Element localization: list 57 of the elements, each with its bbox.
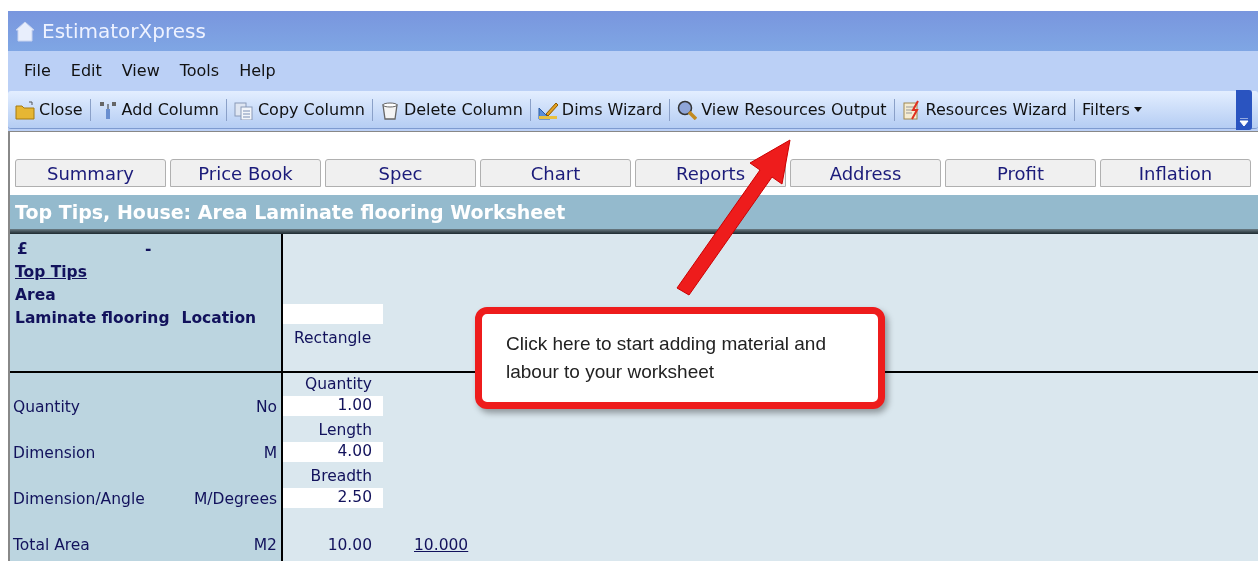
tab[interactable]: Summary xyxy=(15,159,166,187)
tab[interactable]: Inflation xyxy=(1100,159,1251,187)
unit-label: M2 xyxy=(253,534,277,556)
category-label: Area xyxy=(15,285,56,306)
copy-icon xyxy=(233,99,254,120)
total-link[interactable]: 10.000 xyxy=(414,533,469,558)
row-label: Quantity xyxy=(13,396,80,418)
location-field[interactable] xyxy=(283,304,383,324)
unit-label: No xyxy=(255,396,277,418)
column-icon xyxy=(97,99,118,120)
toolbar-button[interactable]: Delete Column xyxy=(376,94,526,125)
tab[interactable]: Price Book xyxy=(170,159,321,187)
location-label: Location xyxy=(181,308,257,329)
window-title: EstimatorXpress xyxy=(42,18,206,45)
toolbar-button[interactable]: Copy Column xyxy=(230,94,368,125)
worksheet-title: Top Tips, House: Area Laminate flooring Worksheet xyxy=(10,195,1258,229)
bucket-icon xyxy=(379,99,400,120)
shape-label: Rectangle xyxy=(294,328,372,349)
callout-text: Click here to start adding material and labour to your worksheet xyxy=(506,332,827,384)
toolbar-button[interactable]: Dims Wizard xyxy=(534,94,666,125)
wizard-icon xyxy=(901,99,922,120)
row-label: Total Area xyxy=(13,534,90,556)
project-link[interactable]: Top Tips xyxy=(15,261,87,284)
field-label: Quantity xyxy=(305,373,372,395)
toolbar-button[interactable]: Add Column xyxy=(94,94,222,125)
overflow-button[interactable] xyxy=(1236,89,1252,130)
menu-item[interactable]: Tools xyxy=(171,59,228,83)
menu-item[interactable]: Edit xyxy=(62,59,110,83)
unit-label: M xyxy=(263,442,277,464)
value-field[interactable]: 4.00 xyxy=(283,442,383,462)
value-field[interactable]: 2.50 xyxy=(283,488,383,508)
chevron-icon xyxy=(1239,117,1249,126)
item-label: Laminate flooring xyxy=(15,308,170,329)
toolbar-button[interactable]: Close xyxy=(12,94,86,125)
house-icon xyxy=(14,19,36,43)
menu-item[interactable]: View xyxy=(113,59,168,83)
tab[interactable]: Spec xyxy=(325,159,476,187)
toolbar-button[interactable]: Resources Wizard xyxy=(898,94,1070,125)
currency-label: £ xyxy=(16,239,29,260)
unit-label: M/Degrees xyxy=(193,488,277,510)
tab[interactable]: Chart xyxy=(480,159,631,187)
tab[interactable]: Profit xyxy=(945,159,1096,187)
field-label: Breadth xyxy=(310,465,372,487)
caret-icon xyxy=(1133,107,1142,112)
toolbar-button[interactable]: View Resources Output xyxy=(674,94,890,125)
folder-icon xyxy=(15,99,35,120)
row-label: Dimension xyxy=(13,442,96,464)
filters-dropdown[interactable]: Filters xyxy=(1079,94,1145,125)
field-label: Length xyxy=(318,419,372,441)
magnifier-icon xyxy=(677,99,698,120)
menu-item[interactable]: File xyxy=(16,59,59,83)
tab[interactable]: Address xyxy=(790,159,941,187)
total-value: 10.00 xyxy=(326,534,373,556)
row-label: Dimension/Angle xyxy=(13,488,145,510)
dash-label: - xyxy=(145,239,152,260)
value-field[interactable]: 1.00 xyxy=(283,396,383,416)
menu-item[interactable]: Help xyxy=(231,59,284,83)
